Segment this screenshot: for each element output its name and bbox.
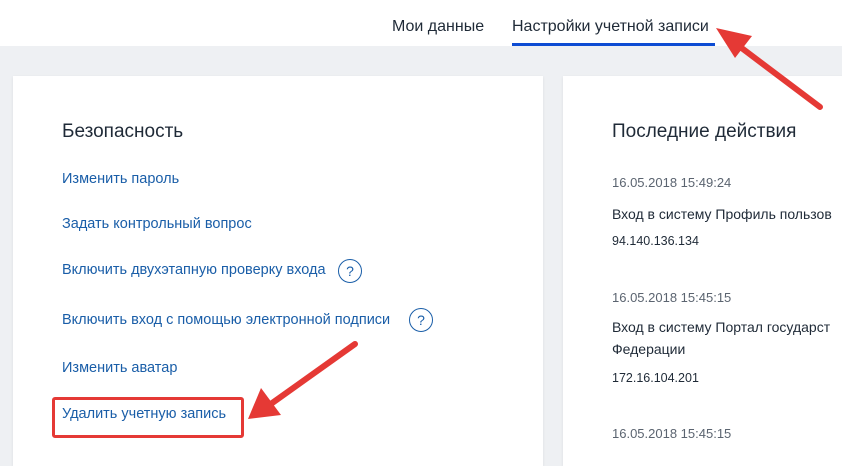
event-description-cont: Федерации <box>612 341 686 357</box>
help-icon[interactable]: ? <box>338 259 362 283</box>
event-description: Вход в систему Профиль пользов <box>612 206 832 222</box>
set-security-question-link[interactable]: Задать контрольный вопрос <box>62 215 252 233</box>
event-ip: 172.16.104.201 <box>612 371 699 385</box>
security-card: Безопасность Изменить пароль Задать конт… <box>13 76 543 466</box>
delete-account-link[interactable]: Удалить учетную запись <box>62 405 226 423</box>
change-avatar-link[interactable]: Изменить аватар <box>62 359 177 377</box>
event-ip: 94.140.136.134 <box>612 234 699 248</box>
event-timestamp: 16.05.2018 15:45:15 <box>612 290 732 305</box>
event-description: Вход в систему Портал государст <box>612 319 831 335</box>
tab-account-settings[interactable]: Настройки учетной записи <box>512 17 709 37</box>
recent-actions-card: Последние действия 16.05.2018 15:49:24 В… <box>563 76 842 466</box>
recent-actions-title: Последние действия <box>612 121 797 142</box>
event-timestamp: 16.05.2018 15:45:15 <box>612 426 732 441</box>
change-password-link[interactable]: Изменить пароль <box>62 170 179 188</box>
enable-e-signature-login-link[interactable]: Включить вход с помощью электронной подп… <box>62 311 390 329</box>
event-timestamp: 16.05.2018 15:49:24 <box>612 175 732 190</box>
top-navigation: Мои данные Настройки учетной записи <box>0 0 842 46</box>
active-tab-indicator <box>512 43 715 46</box>
enable-two-step-link[interactable]: Включить двухэтапную проверку входа <box>62 261 326 279</box>
tab-my-data[interactable]: Мои данные <box>392 17 484 37</box>
help-icon[interactable]: ? <box>409 308 433 332</box>
security-title: Безопасность <box>62 121 184 142</box>
